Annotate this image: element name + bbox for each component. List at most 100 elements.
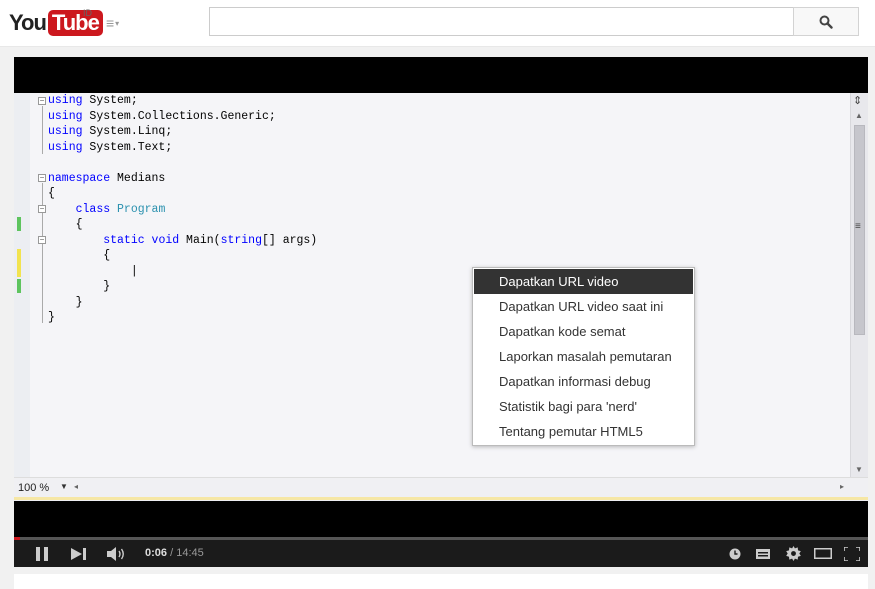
context-menu-item[interactable]: Dapatkan URL video saat ini [474, 294, 693, 319]
code-line: } [48, 310, 55, 326]
code-keyword: using [48, 125, 83, 138]
settings-button[interactable] [782, 540, 804, 567]
context-menu-item[interactable]: Laporkan masalah pemutaran [474, 344, 693, 369]
search-input[interactable] [209, 7, 794, 36]
code-keyword: namespace [48, 171, 111, 185]
watch-later-button[interactable] [724, 540, 746, 567]
context-menu-item[interactable]: Dapatkan URL video [474, 269, 693, 294]
fullscreen-icon [844, 546, 860, 561]
logo-country-code: ID [83, 8, 92, 18]
change-marker-saved [17, 279, 21, 293]
logo-you-text: You [9, 10, 47, 35]
video-content[interactable]: − − − − using System; using System.Collec… [14, 93, 868, 501]
scroll-grip-icon: ≡ [855, 221, 861, 232]
theater-mode-button[interactable] [811, 540, 835, 567]
code-line: class Program [48, 202, 166, 218]
logo-tube-text: Tube [47, 10, 103, 36]
fullscreen-button[interactable] [841, 540, 863, 567]
code-line: | [48, 264, 138, 280]
scroll-up-icon[interactable]: ▲ [855, 111, 863, 120]
collapse-icon[interactable]: − [38, 236, 46, 244]
time-display: 0:06 / 14:45 [145, 540, 204, 567]
scroll-right-icon[interactable]: ▸ [840, 482, 844, 491]
editor-gutter [14, 93, 30, 477]
code-type-name: Program [117, 202, 166, 216]
settings-icon [785, 546, 801, 561]
below-player-panel [14, 574, 868, 589]
context-menu-item[interactable]: Dapatkan informasi debug [474, 369, 693, 394]
code-line: { [48, 217, 83, 233]
code-token: { [48, 218, 83, 231]
code-token: } [48, 311, 55, 324]
split-icon[interactable]: ⇕ [853, 94, 862, 107]
code-line: { [48, 248, 110, 264]
code-line: namespace Medians [48, 171, 165, 187]
zoom-dropdown-icon[interactable]: ▼ [60, 482, 68, 491]
code-token: Medians [110, 171, 166, 185]
code-line: { [48, 186, 55, 202]
pause-button[interactable] [30, 540, 54, 567]
volume-icon [107, 546, 124, 561]
code-keyword: class [75, 202, 111, 216]
change-marker-unsaved [17, 249, 21, 277]
code-token: System; [82, 94, 138, 107]
next-icon [71, 547, 86, 560]
guide-menu-button[interactable]: ≡▾ [106, 14, 132, 32]
captions-button[interactable] [752, 540, 774, 567]
change-marker-saved [17, 217, 21, 231]
collapse-icon[interactable]: − [38, 205, 46, 213]
hamburger-icon: ≡ [106, 15, 115, 31]
outline-line [42, 106, 43, 154]
scroll-down-icon[interactable]: ▼ [855, 465, 863, 474]
player-context-menu[interactable]: Dapatkan URL video Dapatkan URL video saa… [472, 267, 695, 446]
context-menu-item[interactable]: Statistik bagi para 'nerd' [474, 394, 693, 419]
code-token: System.Linq; [82, 125, 173, 138]
context-menu-item[interactable]: Dapatkan kode semat [474, 319, 693, 344]
editor-status-bar: 100 % ▼ ◂ ▸ [14, 477, 868, 497]
code-line: using System; [48, 93, 138, 109]
code-keyword: static [103, 233, 145, 247]
context-menu-item[interactable]: Tentang pemutar HTML5 [474, 419, 693, 444]
code-keyword: using [48, 140, 83, 154]
code-line: static void Main(string[] args) [48, 233, 317, 249]
chevron-down-icon: ▾ [115, 19, 120, 29]
code-keyword: void [151, 233, 180, 247]
zoom-level[interactable]: 100 % [18, 482, 49, 494]
code-token: } [48, 280, 111, 293]
code-token: | [48, 264, 138, 278]
code-line: using System.Collections.Generic; [48, 109, 276, 125]
captions-icon [756, 548, 770, 559]
code-line: using System.Linq; [48, 124, 172, 140]
code-token: { [48, 187, 55, 200]
scroll-left-icon[interactable]: ◂ [74, 482, 78, 491]
collapse-icon[interactable]: − [38, 174, 46, 182]
code-token: System.Text; [82, 140, 173, 154]
code-token: [] args) [262, 233, 318, 247]
code-token: Main( [179, 233, 221, 247]
pause-icon [36, 546, 48, 561]
code-line: } [48, 279, 110, 295]
code-token: } [48, 295, 83, 309]
vertical-scrollbar[interactable]: ⇕ ▲ ≡ ▼ [850, 93, 868, 477]
collapse-icon[interactable]: − [38, 97, 46, 105]
code-editor[interactable]: − − − − using System; using System.Collec… [30, 93, 850, 477]
code-token: { [48, 249, 111, 262]
current-time: 0:06 [145, 547, 168, 559]
duration: 14:45 [176, 547, 204, 559]
code-keyword: using [48, 94, 83, 107]
masthead: You Tube ID ≡▾ [0, 0, 875, 47]
editor-bottom-border [14, 497, 868, 500]
time-separator: / [167, 547, 177, 559]
code-line: using System.Text; [48, 140, 172, 156]
code-keyword: using [48, 109, 83, 123]
player-controls: 0:06 / 14:45 [14, 540, 868, 567]
search-icon [819, 15, 833, 29]
next-button[interactable] [67, 540, 91, 567]
volume-button[interactable] [104, 540, 128, 567]
video-player[interactable]: − − − − using System; using System.Collec… [14, 57, 868, 567]
search-button[interactable] [793, 7, 859, 36]
code-keyword: string [220, 233, 262, 247]
